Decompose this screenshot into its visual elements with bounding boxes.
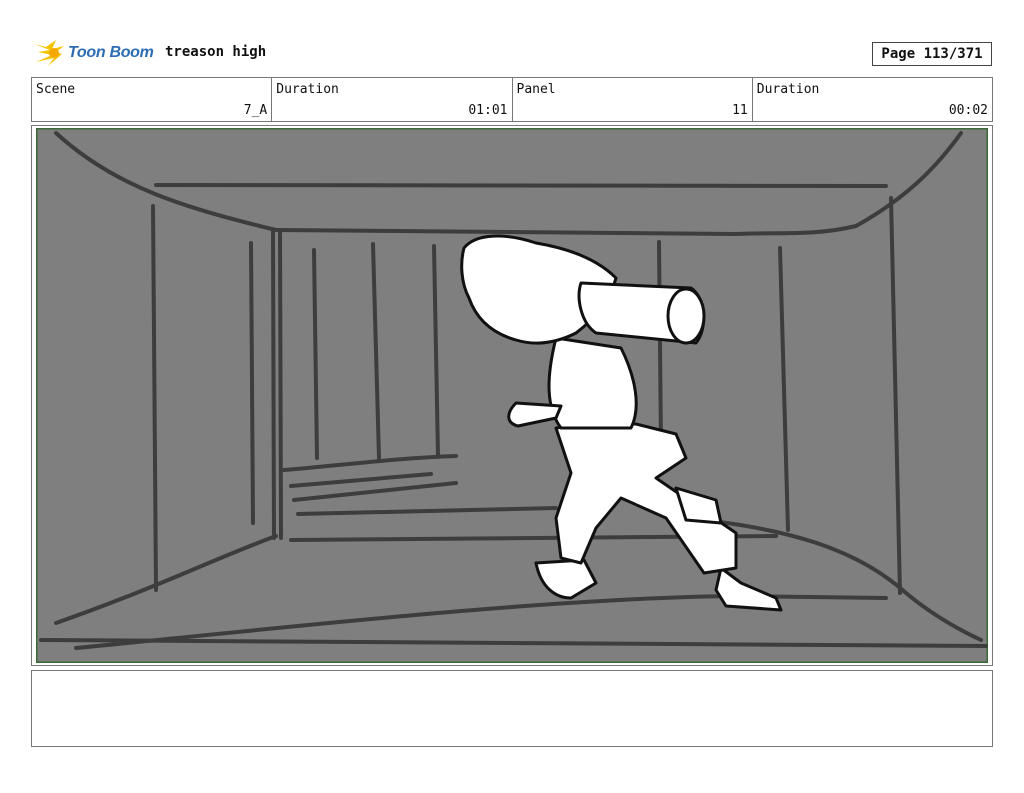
panel-notes-box (31, 670, 993, 747)
panel-value: 11 (732, 103, 748, 118)
toon-boom-logo: Toon Boom (32, 38, 154, 68)
logo-text: Toon Boom (68, 44, 154, 61)
panel-cell: Panel 11 (513, 78, 753, 121)
info-row: Scene 7_A Duration 01:01 Panel 11 Durati… (31, 77, 993, 122)
scene-duration-cell: Duration 01:01 (272, 78, 513, 121)
storyboard-panel-image (36, 128, 988, 663)
scene-duration-value: 01:01 (468, 103, 508, 118)
scene-label: Scene (36, 82, 76, 97)
panel-duration-label: Duration (756, 82, 820, 97)
scene-value: 7_A (243, 103, 268, 118)
panel-duration-cell: Duration 00:02 (753, 78, 992, 121)
page-indicator: Page 113/371 (872, 42, 992, 66)
toon-boom-burst-icon (34, 40, 64, 66)
scene-cell: Scene 7_A (32, 78, 273, 121)
scene-duration-label: Duration (276, 82, 339, 97)
panel-duration-value: 00:02 (948, 103, 988, 118)
panel-label: Panel (516, 82, 556, 97)
project-title: treason high (165, 44, 267, 60)
